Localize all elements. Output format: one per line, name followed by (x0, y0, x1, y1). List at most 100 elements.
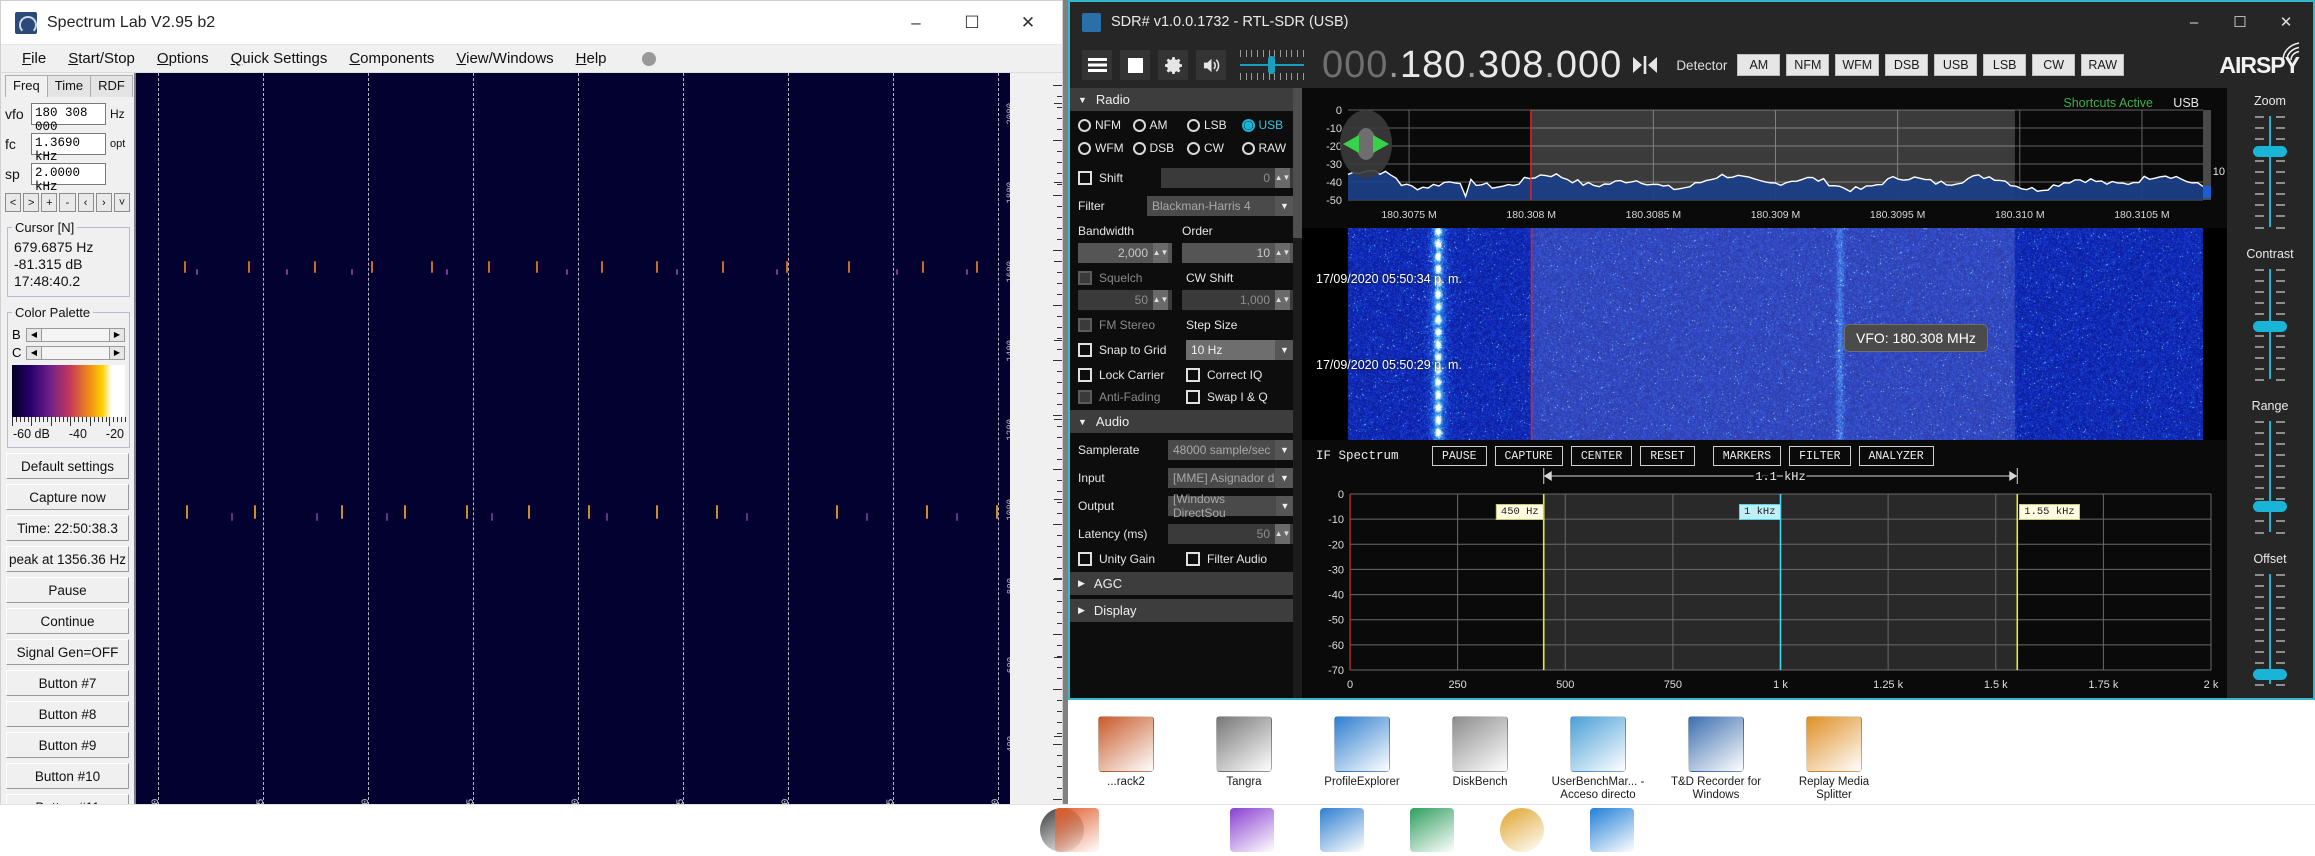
samplerate-chevron-down-icon[interactable]: ▼ (1275, 440, 1294, 460)
bandwidth-stepper-icon[interactable]: ▲▼ (1153, 243, 1168, 263)
filter-select[interactable]: Blackman-Harris 4 ▼ (1147, 196, 1294, 216)
spectrum-lab-button-7[interactable]: Button #7 (6, 670, 129, 696)
squelch-checkbox[interactable] (1078, 271, 1092, 285)
menu-item-quick-settings[interactable]: Quick Settings (220, 47, 339, 70)
step-size-select[interactable]: 10 Hz ▼ (1186, 340, 1294, 360)
desktop-icon-4[interactable]: UserBenchMar... - Acceso directo (1544, 716, 1652, 802)
frequency-display[interactable]: 000.180.308.000 (1322, 44, 1622, 87)
spectrum-lab-button-10[interactable]: Button #10 (6, 763, 129, 789)
taskbar-item-6[interactable] (1055, 808, 1099, 852)
audio-section-header[interactable]: ▼ Audio (1070, 410, 1302, 433)
slider-thumb[interactable] (2253, 146, 2287, 158)
minimize-icon[interactable]: – (888, 1, 944, 44)
desktop-icon-1[interactable]: Tangra (1190, 716, 1298, 789)
taskbar-item-5[interactable] (1590, 808, 1634, 852)
hamburger-icon[interactable] (1082, 50, 1112, 80)
tab-freq[interactable]: Freq (5, 75, 48, 97)
mode-radio-nfm[interactable]: NFM (1078, 118, 1133, 132)
volume-knob[interactable] (1268, 56, 1276, 74)
spectrum-lab-button-3[interactable]: peak at 1356.36 Hz (6, 546, 129, 572)
tab-rdf[interactable]: RDF (90, 75, 133, 97)
taskbar-item-4[interactable] (1500, 808, 1544, 852)
squelch-spinner[interactable]: 50 ▲▼ (1078, 290, 1172, 310)
spectrum-lab-button-6[interactable]: Signal Gen=OFF (6, 639, 129, 665)
menu-item-help[interactable]: Help (565, 47, 618, 70)
desktop-icon-6[interactable]: Replay Media Splitter (1780, 716, 1888, 802)
cw-shift-stepper-icon[interactable]: ▲▼ (1275, 290, 1290, 310)
maximize-icon[interactable]: ☐ (944, 1, 1000, 44)
spectrum-lab-button-8[interactable]: Button #8 (6, 701, 129, 727)
brightness-left-arrow-icon[interactable]: ◀ (27, 328, 42, 341)
detector-button-cw[interactable]: CW (2032, 54, 2076, 76)
page-right-button[interactable]: › (95, 193, 112, 212)
spectrum-lab-button-9[interactable]: Button #9 (6, 732, 129, 758)
order-stepper-icon[interactable]: ▲▼ (1275, 243, 1290, 263)
taskbar-item-1[interactable] (1230, 808, 1274, 852)
detector-button-wfm[interactable]: WFM (1835, 54, 1880, 76)
output-chevron-down-icon[interactable]: ▼ (1275, 496, 1294, 516)
waterfall-canvas[interactable] (1302, 228, 2227, 440)
shift-spinner[interactable]: 0 ▲▼ (1161, 168, 1294, 188)
snap-to-grid-checkbox[interactable] (1078, 343, 1092, 357)
sdr-close-icon[interactable]: ✕ (2263, 3, 2309, 41)
step-size-chevron-down-icon[interactable]: ▼ (1275, 340, 1294, 360)
stop-icon[interactable] (1120, 50, 1150, 80)
menu-item-view-windows[interactable]: View/Windows (445, 47, 564, 70)
latency-spinner[interactable]: 50 ▲▼ (1168, 524, 1294, 544)
spectrum-lab-button-0[interactable]: Default settings (6, 453, 129, 479)
slider-zoom[interactable] (2253, 116, 2287, 229)
lock-carrier-checkbox[interactable] (1078, 368, 1092, 382)
gear-icon[interactable] (1158, 50, 1188, 80)
if-marker-right[interactable]: 1.55 kHz (2019, 504, 2080, 520)
detector-button-am[interactable]: AM (1737, 54, 1781, 76)
mode-radio-usb[interactable]: USB (1241, 118, 1297, 132)
contrast-left-arrow-icon[interactable]: ◀ (27, 346, 42, 359)
spectrum-lab-button-2[interactable]: Time: 22:50:38.3 (6, 515, 129, 541)
nudge-right-button[interactable]: > (23, 193, 40, 212)
contrast-scrollbar[interactable]: ◀ ▶ (26, 345, 125, 360)
slider-thumb[interactable] (2253, 501, 2287, 513)
center-vfo-icon[interactable] (1628, 50, 1662, 80)
samplerate-select[interactable]: 48000 sample/sec ▼ (1168, 440, 1294, 460)
rf-spectrum[interactable]: Shortcuts Active USB 0 -10 -20 -30 -40 -50 180… (1302, 94, 2227, 224)
if-spectrum-canvas[interactable]: 1.1 kHz0-10-20-30-40-50-60-700 250 500 750 1… (1302, 440, 2227, 698)
detector-button-raw[interactable]: RAW (2081, 54, 2125, 76)
spectrum-lab-button-1[interactable]: Capture now (6, 484, 129, 510)
desktop-icon-5[interactable]: T&D Recorder for Windows (1662, 716, 1770, 802)
spectrum-lab-button-5[interactable]: Continue (6, 608, 129, 634)
order-spinner[interactable]: 10 ▲▼ (1182, 243, 1294, 263)
zoom-out-button[interactable]: - (59, 193, 76, 212)
chevron-down-icon[interactable]: ▼ (1275, 196, 1294, 216)
panel-scrollbar[interactable] (1293, 88, 1302, 698)
sp-input[interactable]: 2.0000 kHz (31, 163, 106, 194)
spectrogram-plot[interactable]: 17:48:3017:48:4517:49:0017:49:1517:49:30… (136, 73, 1016, 855)
desktop-icon-3[interactable]: DiskBench (1426, 716, 1534, 789)
if-marker-center[interactable]: 1 kHz (1738, 504, 1781, 520)
contrast-right-arrow-icon[interactable]: ▶ (109, 346, 124, 359)
swap-iq-checkbox[interactable] (1186, 390, 1200, 404)
cw-shift-spinner[interactable]: 1,000 ▲▼ (1182, 290, 1294, 310)
fc-input[interactable]: 1.3690 kHz (31, 133, 106, 164)
unity-gain-checkbox[interactable] (1078, 552, 1092, 566)
detector-button-nfm[interactable]: NFM (1786, 54, 1830, 76)
bandwidth-spinner[interactable]: 2,000 ▲▼ (1078, 243, 1172, 263)
taskbar-item-3[interactable] (1410, 808, 1454, 852)
squelch-stepper-icon[interactable]: ▲▼ (1153, 290, 1168, 310)
sdr-minimize-icon[interactable]: – (2171, 3, 2217, 41)
slider-offset[interactable] (2253, 573, 2287, 686)
detector-button-dsb[interactable]: DSB (1885, 54, 1929, 76)
page-left-button[interactable]: ‹ (77, 193, 94, 212)
shift-stepper-icon[interactable]: ▲▼ (1275, 168, 1290, 188)
mode-radio-dsb[interactable]: DSB (1132, 141, 1188, 155)
panel-scrollbar-thumb[interactable] (1293, 88, 1302, 238)
mode-radio-cw[interactable]: CW (1187, 141, 1242, 155)
output-select[interactable]: [Windows DirectSou ▼ (1168, 492, 1294, 520)
waterfall[interactable]: 17/09/2020 05:50:34 p. m. 17/09/2020 05:… (1302, 228, 2227, 440)
input-chevron-down-icon[interactable]: ▼ (1275, 468, 1294, 488)
nudge-left-button[interactable]: < (5, 193, 22, 212)
zoom-in-button[interactable]: + (41, 193, 58, 212)
spectrum-lab-button-4[interactable]: Pause (6, 577, 129, 603)
shift-checkbox[interactable] (1078, 171, 1092, 185)
if-marker-left[interactable]: 450 Hz (1495, 504, 1544, 520)
slider-thumb[interactable] (2253, 320, 2287, 332)
